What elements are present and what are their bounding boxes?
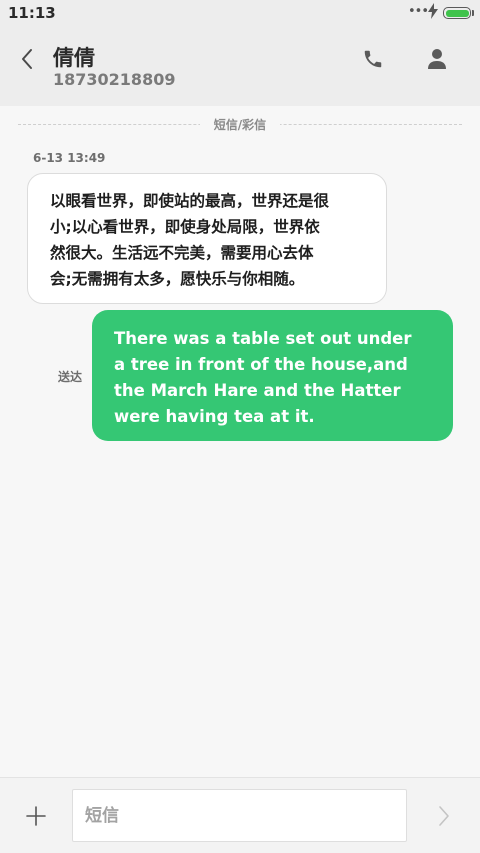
charging-bolt-icon <box>428 3 438 23</box>
message-line: 以眼看世界，即使站的最高，世界还是很 <box>50 192 330 210</box>
message-composer <box>0 777 480 853</box>
thread-type-label: 短信/彩信 <box>200 116 280 133</box>
battery-level <box>445 9 469 17</box>
message-line: were having tea at it. <box>114 407 315 426</box>
message-line: 小;以心看世界，即使身处局限，世界依 <box>50 218 320 236</box>
message-line: 会;无需拥有太多，愿快乐与你相随。 <box>50 270 305 288</box>
battery-icon <box>443 7 471 19</box>
send-button[interactable] <box>428 800 460 832</box>
back-button[interactable] <box>10 42 44 76</box>
battery-tip <box>472 10 474 16</box>
signal-dots-icon: ••• <box>408 4 429 19</box>
message-line: 然很大。生活远不完美，需要用心去体 <box>50 244 314 262</box>
outgoing-message-bubble[interactable]: There was a table set out under a tree i… <box>92 310 453 441</box>
message-input[interactable] <box>72 789 407 842</box>
contact-name: 倩倩 <box>53 46 95 70</box>
chevron-right-icon <box>439 806 449 826</box>
call-button[interactable] <box>357 43 389 75</box>
status-time: 11:13 <box>8 4 56 22</box>
contact-info-button[interactable] <box>421 43 453 75</box>
conversation-header: 倩倩 18730218809 <box>0 28 480 106</box>
delivery-status: 送达 <box>58 370 83 384</box>
contact-number: 18730218809 <box>53 70 176 89</box>
incoming-message-bubble[interactable]: 以眼看世界，即使站的最高，世界还是很 小;以心看世界，即使身处局限，世界依 然很… <box>27 173 387 304</box>
message-timestamp: 6-13 13:49 <box>33 151 106 165</box>
phone-icon <box>364 50 382 68</box>
add-attachment-button[interactable] <box>20 800 52 832</box>
plus-icon <box>26 806 46 826</box>
message-line: a tree in front of the house,and <box>114 355 408 374</box>
person-icon <box>428 49 446 69</box>
message-line: the March Hare and the Hatter <box>114 381 401 400</box>
chevron-left-icon <box>22 49 32 69</box>
status-bar: 11:13 ••• <box>0 0 480 28</box>
message-line: There was a table set out under <box>114 329 412 348</box>
